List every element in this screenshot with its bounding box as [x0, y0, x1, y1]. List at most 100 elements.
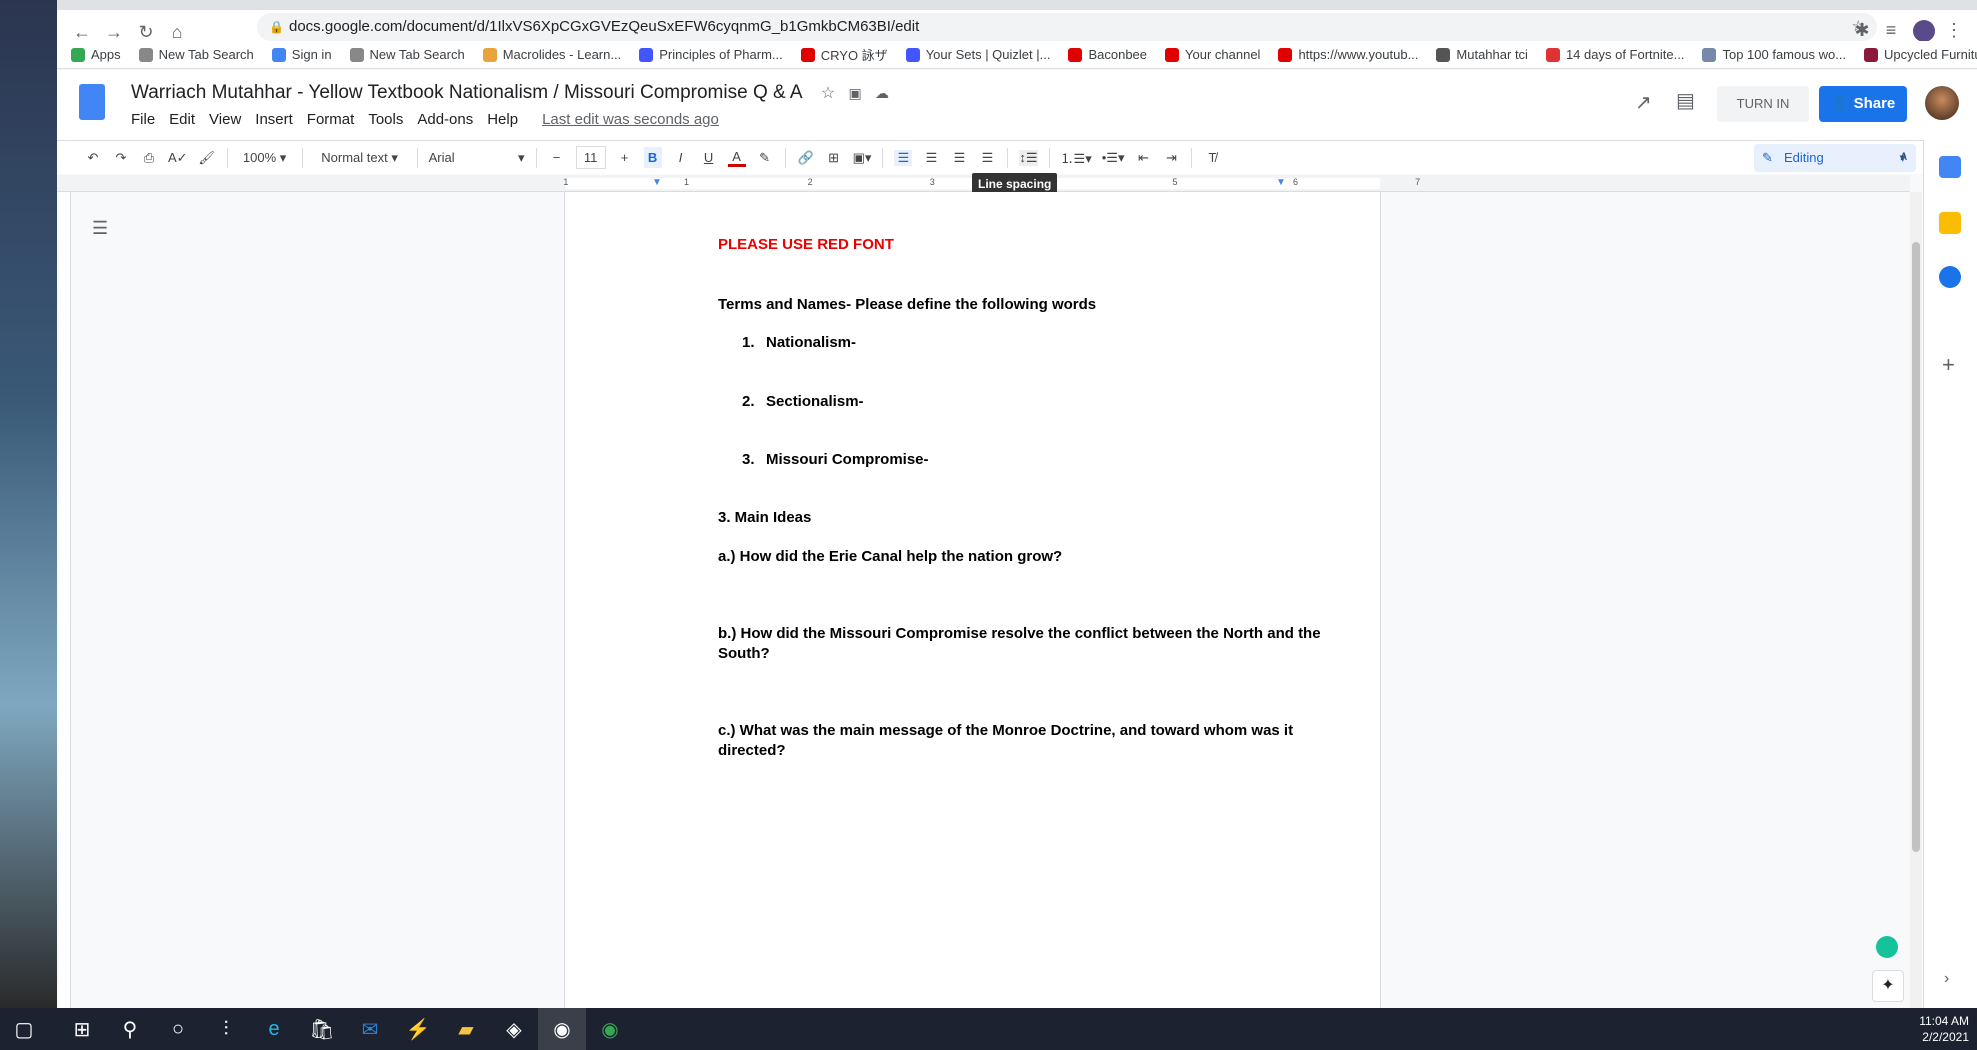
menu-icon[interactable]: ⋮: [1942, 20, 1966, 41]
menu-insert[interactable]: Insert: [255, 111, 293, 128]
bookmark-item[interactable]: https://www.youtub...: [1278, 47, 1418, 62]
address-bar[interactable]: 🔒 docs.google.com/document/d/1IlxVS6XpCGx…: [257, 13, 1877, 41]
cortana-icon[interactable]: ○: [154, 1008, 202, 1050]
docs-logo-icon[interactable]: [79, 84, 105, 120]
bookmark-item[interactable]: Baconbee: [1068, 47, 1147, 62]
home-icon[interactable]: ⌂: [165, 22, 189, 43]
numbered-list-icon[interactable]: ⒈☰▾: [1061, 148, 1092, 167]
underline-button[interactable]: U: [700, 150, 718, 165]
increase-indent-icon[interactable]: ⇥: [1162, 150, 1180, 166]
mail-icon[interactable]: ✉: [346, 1008, 394, 1050]
reload-icon[interactable]: ↻: [134, 22, 158, 43]
media-icon[interactable]: ≡: [1879, 20, 1903, 41]
menu-file[interactable]: File: [131, 111, 155, 128]
bookmark-item[interactable]: Principles of Pharm...: [639, 47, 783, 62]
explore-icon[interactable]: ✦: [1872, 970, 1904, 1002]
share-button[interactable]: 👤 Share: [1819, 86, 1907, 122]
store-icon[interactable]: 🛍: [298, 1008, 346, 1050]
turn-in-button[interactable]: TURN IN: [1717, 86, 1809, 122]
menu-tools[interactable]: Tools: [368, 111, 403, 128]
comment-icon[interactable]: ⊞: [825, 150, 843, 166]
chrome-icon[interactable]: ◉: [538, 1008, 586, 1050]
bookmark-item[interactable]: Mutahhar tci: [1436, 47, 1528, 62]
main-ideas-heading[interactable]: 3. Main Ideas: [718, 509, 811, 526]
task-view-icon[interactable]: ⫶: [202, 1008, 250, 1050]
italic-button[interactable]: I: [672, 150, 690, 165]
notification-icon[interactable]: ▢: [0, 1008, 48, 1050]
expand-panel-icon[interactable]: ›: [1944, 970, 1949, 988]
align-right-button[interactable]: ☰: [950, 150, 968, 166]
menu-format[interactable]: Format: [307, 111, 355, 128]
bookmark-item[interactable]: Macrolides - Learn...: [482, 47, 621, 62]
last-edit-link[interactable]: Last edit was seconds ago: [542, 111, 719, 128]
bookmark-item[interactable]: 14 days of Fortnite...: [1545, 47, 1684, 62]
move-icon[interactable]: ▣: [848, 85, 861, 101]
terms-heading[interactable]: Terms and Names- Please define the follo…: [718, 296, 1096, 313]
bookmark-item[interactable]: Sign in: [271, 47, 332, 62]
question-a[interactable]: a.) How did the Erie Canal help the nati…: [718, 548, 1062, 565]
file-explorer-icon[interactable]: ▰: [442, 1008, 490, 1050]
red-font-instruction[interactable]: PLEASE USE RED FONT: [718, 236, 894, 253]
forward-icon[interactable]: →: [102, 22, 126, 43]
menu-view[interactable]: View: [209, 111, 241, 128]
right-indent-marker[interactable]: ▼: [1276, 177, 1286, 188]
app-icon[interactable]: ⚡: [394, 1008, 442, 1050]
start-icon[interactable]: ⊞: [58, 1008, 106, 1050]
print-icon[interactable]: ⎙: [140, 150, 158, 166]
extensions-icon[interactable]: ✱: [1850, 20, 1874, 41]
style-select[interactable]: Normal text ▾: [314, 150, 406, 166]
clock[interactable]: 11:04 AM 2/2/2021: [1919, 1013, 1969, 1045]
chrome-profile-icon[interactable]: ◉: [586, 1008, 634, 1050]
scrollbar[interactable]: [1910, 192, 1922, 1008]
question-c-cont[interactable]: directed?: [718, 742, 786, 759]
bulleted-list-icon[interactable]: •☰▾: [1102, 150, 1125, 166]
line-spacing-icon[interactable]: ↕☰: [1019, 149, 1038, 166]
bookmark-item[interactable]: Your Sets | Quizlet |...: [905, 47, 1050, 62]
editing-mode-select[interactable]: ✎ Editing ▾: [1754, 144, 1916, 172]
left-indent-marker[interactable]: ▼: [652, 177, 662, 188]
font-select[interactable]: Arial ▾: [429, 150, 525, 166]
increase-font-size-button[interactable]: +: [616, 150, 634, 165]
question-c[interactable]: c.) What was the main message of the Mon…: [718, 722, 1293, 739]
grammarly-icon[interactable]: [1876, 936, 1898, 958]
highlight-icon[interactable]: ✎: [756, 150, 774, 166]
scrollbar-thumb[interactable]: [1912, 242, 1920, 852]
menu-add-ons[interactable]: Add-ons: [417, 111, 473, 128]
profile-avatar[interactable]: [1913, 20, 1935, 42]
menu-edit[interactable]: Edit: [169, 111, 195, 128]
collapse-toolbar-icon[interactable]: ∧: [1899, 148, 1909, 164]
clear-formatting-icon[interactable]: T̸: [1203, 150, 1221, 165]
bookmark-item[interactable]: New Tab Search: [349, 47, 465, 62]
back-icon[interactable]: ←: [70, 22, 94, 43]
bookmark-item[interactable]: CRYO 詠ザ: [800, 45, 888, 64]
document-title[interactable]: Warriach Mutahhar - Yellow Textbook Nati…: [131, 82, 889, 104]
align-center-button[interactable]: ☰: [922, 150, 940, 166]
link-icon[interactable]: 🔗: [797, 150, 815, 166]
star-icon[interactable]: ☆: [821, 85, 835, 102]
bookmark-item[interactable]: Upcycled Furniture...: [1864, 47, 1977, 62]
bookmark-item[interactable]: Top 100 famous wo...: [1702, 47, 1846, 62]
paint-format-icon[interactable]: 🖌: [198, 150, 216, 166]
zoom-select[interactable]: 100% ▾: [239, 150, 291, 166]
add-addon-icon[interactable]: +: [1942, 352, 1955, 378]
calendar-icon[interactable]: [1939, 156, 1961, 178]
teams-icon[interactable]: ◈: [490, 1008, 538, 1050]
align-left-button[interactable]: ☰: [894, 149, 913, 166]
cloud-icon[interactable]: ☁: [875, 85, 889, 101]
justify-button[interactable]: ☰: [978, 150, 996, 166]
question-b-cont[interactable]: South?: [718, 645, 770, 662]
question-b[interactable]: b.) How did the Missouri Compromise reso…: [718, 625, 1321, 642]
spellcheck-icon[interactable]: A✓: [168, 150, 188, 166]
keep-icon[interactable]: [1939, 212, 1961, 234]
tasks-icon[interactable]: [1939, 266, 1961, 288]
outline-icon[interactable]: ☰: [92, 218, 108, 239]
redo-icon[interactable]: ↷: [112, 150, 130, 166]
search-icon[interactable]: ⚲: [106, 1008, 154, 1050]
text-color-button[interactable]: A: [727, 149, 746, 167]
bookmark-item[interactable]: Your channel: [1165, 47, 1260, 62]
decrease-font-size-button[interactable]: −: [548, 150, 566, 165]
comments-icon[interactable]: ▤: [1676, 88, 1695, 113]
menu-help[interactable]: Help: [487, 111, 518, 128]
bold-button[interactable]: B: [643, 147, 662, 168]
bookmark-item[interactable]: New Tab Search: [138, 47, 254, 62]
